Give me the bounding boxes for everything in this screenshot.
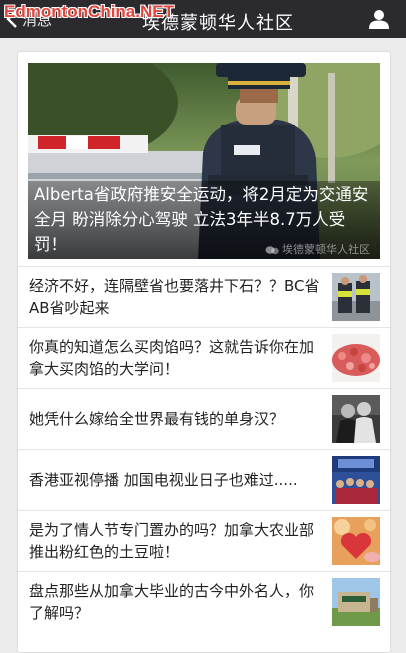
article-list: 经济不好，连隔壁省也要落井下石？？BC省 AB省吵起来 你真的知道怎么买肉馅吗？… <box>18 266 390 632</box>
article-title: 你真的知道怎么买肉馅吗？这就告诉你在加拿大买肉馅的大学问！ <box>29 338 315 378</box>
heart-potato-thumbnail <box>332 517 380 565</box>
article-item[interactable]: 她凭什么嫁给全世界最有钱的单身汉？ <box>18 388 390 449</box>
article-item[interactable]: 香港亚视停播 加国电视业日子也难过..... <box>18 449 390 510</box>
alberta-campus-thumbnail <box>332 578 380 626</box>
article-title: 是为了情人节专门置办的吗？加拿大农业部推出粉红色的土豆啦！ <box>29 521 315 561</box>
top-navigation-bar: 消息 埃德蒙顿华人社区 EdmontonChina.NET <box>0 0 406 38</box>
article-title: 香港亚视停播 加国电视业日子也难过..... <box>29 471 298 489</box>
featured-watermark-text: 埃德蒙顿华人社区 <box>282 243 370 256</box>
article-item[interactable]: 是为了情人节专门置办的吗？加拿大农业部推出粉红色的土豆啦！ <box>18 510 390 571</box>
article-title: 盘点那些从加拿大毕业的古今中外名人，你了解吗？ <box>29 582 315 622</box>
wechat-icon <box>265 246 279 255</box>
featured-watermark: 埃德蒙顿华人社区 <box>265 241 370 257</box>
police-photo-thumbnail <box>332 273 380 321</box>
couple-photo-thumbnail <box>332 395 380 443</box>
article-list-card: Alberta省政府推安全运动，将2月定为交通安全月 盼消除分心驾驶 立法3年半… <box>17 51 391 653</box>
featured-article[interactable]: Alberta省政府推安全运动，将2月定为交通安全月 盼消除分心驾驶 立法3年半… <box>28 63 380 259</box>
article-title: 她凭什么嫁给全世界最有钱的单身汉？ <box>29 410 285 428</box>
site-watermark: EdmontonChina.NET <box>4 2 174 21</box>
article-item[interactable]: 盘点那些从加拿大毕业的古今中外名人，你了解吗？ <box>18 571 390 632</box>
person-icon <box>369 10 389 29</box>
article-item[interactable]: 经济不好，连隔壁省也要落井下石？？BC省 AB省吵起来 <box>18 266 390 327</box>
profile-button[interactable] <box>368 8 390 30</box>
article-item[interactable]: 你真的知道怎么买肉馅吗？这就告诉你在加拿大买肉馅的大学问！ <box>18 327 390 388</box>
tv-studio-thumbnail <box>332 456 380 504</box>
article-title: 经济不好，连隔壁省也要落井下石？？BC省 AB省吵起来 <box>29 277 320 317</box>
ground-meat-thumbnail <box>332 334 380 382</box>
